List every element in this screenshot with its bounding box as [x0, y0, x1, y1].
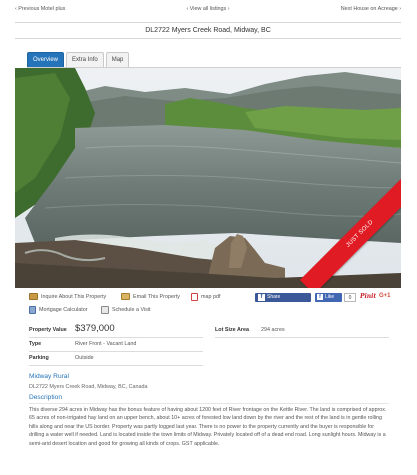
- listing-navigation: ‹ Previous Motel plus ‹ View all listing…: [15, 6, 401, 16]
- view-all-listings-link[interactable]: ‹ View all listings ›: [186, 6, 229, 12]
- lot-size-value: 294 acres: [261, 327, 285, 333]
- house-icon: [29, 293, 38, 300]
- calculator-icon: [29, 306, 36, 314]
- tab-overview[interactable]: Overview: [27, 52, 65, 67]
- description-text: This diverse 294 acres in Midway has the…: [29, 407, 387, 447]
- share-label: Share: [267, 294, 281, 300]
- tab-extra-info[interactable]: Extra Info: [66, 52, 104, 67]
- schedule-visit-link[interactable]: Schedule a Visit: [101, 306, 151, 314]
- pinterest-button[interactable]: Pinit: [360, 293, 376, 300]
- lot-size-row: Lot Size Area 294 acres: [215, 323, 389, 338]
- email-property-link[interactable]: Email This Property: [121, 293, 180, 300]
- mortgage-calculator-link[interactable]: Mortgage Calculator: [29, 306, 88, 314]
- divider: [29, 403, 389, 404]
- property-photo[interactable]: JUST SOLD: [15, 68, 401, 288]
- inquire-label: Inquire About This Property: [41, 293, 107, 300]
- map-pdf-link[interactable]: map pdf: [191, 293, 220, 301]
- lot-size-label: Lot Size Area: [215, 327, 249, 333]
- property-value-label: Property Value: [29, 327, 67, 333]
- description-title: Description: [29, 394, 62, 401]
- facebook-like-button[interactable]: f Like: [315, 293, 342, 302]
- schedule-label: Schedule a Visit: [112, 307, 151, 313]
- tab-bar: Overview Extra Info Map: [27, 52, 130, 67]
- type-row: Type River Front - Vacant Land: [29, 337, 203, 352]
- property-address: DL2722 Myers Creek Road, Midway, BC, Can…: [29, 384, 148, 390]
- next-listing-link[interactable]: Next House on Acreage ›: [341, 6, 401, 12]
- envelope-icon: [121, 293, 130, 300]
- facebook-share-button[interactable]: f Share: [255, 293, 311, 302]
- listing-actions: Inquire About This Property Email This P…: [29, 293, 391, 319]
- google-plus-button[interactable]: G+1: [379, 293, 391, 299]
- facebook-icon: f: [317, 294, 323, 300]
- mortgage-label: Mortgage Calculator: [39, 307, 88, 313]
- region-title: Midway Rural: [29, 373, 69, 380]
- parking-row: Parking Outside: [29, 351, 203, 366]
- parking-label: Parking: [29, 355, 49, 361]
- previous-listing-link[interactable]: ‹ Previous Motel plus: [15, 6, 65, 12]
- property-value: $379,000: [75, 323, 115, 334]
- pdf-icon: [191, 293, 198, 301]
- property-value-row: Property Value $379,000: [29, 323, 203, 338]
- page-title: DL2722 Myers Creek Road, Midway, BC: [15, 22, 401, 39]
- tab-map[interactable]: Map: [105, 52, 130, 67]
- parking-value: Outside: [75, 355, 94, 361]
- email-label: Email This Property: [133, 293, 180, 300]
- calendar-icon: [101, 306, 109, 314]
- type-label: Type: [29, 341, 42, 347]
- like-label: Like: [325, 294, 335, 300]
- inquire-link[interactable]: Inquire About This Property: [29, 293, 106, 300]
- map-pdf-label: map pdf: [201, 294, 221, 300]
- type-value: River Front - Vacant Land: [75, 341, 137, 347]
- like-count: 0: [344, 293, 356, 302]
- facebook-icon: f: [258, 294, 265, 301]
